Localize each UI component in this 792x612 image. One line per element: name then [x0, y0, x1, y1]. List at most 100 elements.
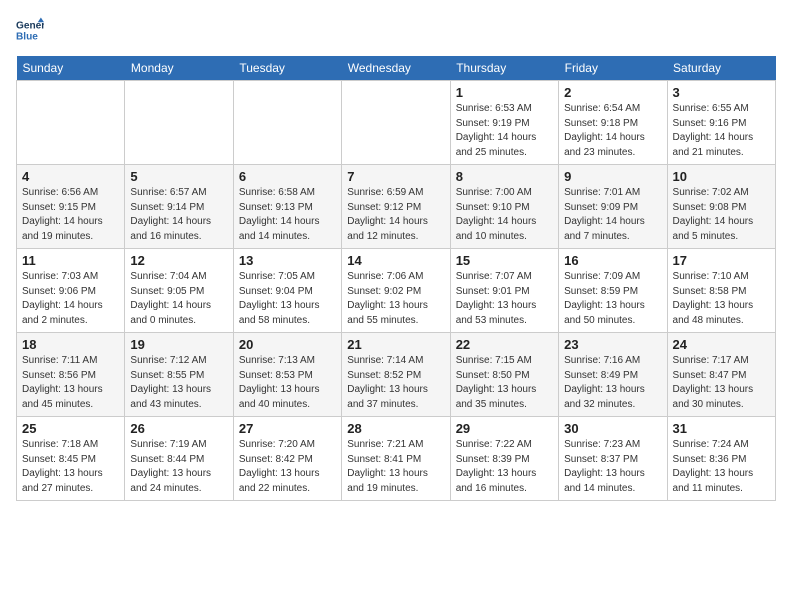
day-info: Sunrise: 7:11 AM Sunset: 8:56 PM Dayligh…: [22, 354, 119, 412]
calendar-cell: 25 Sunrise: 7:18 AM Sunset: 8:45 PM Dayli…: [17, 417, 125, 501]
calendar-week-row: 1Sunrise: 6:53 AM Sunset: 9:19 PM Daylig…: [17, 81, 776, 165]
calendar-cell: [233, 81, 341, 165]
day-number: 21: [347, 337, 444, 352]
day-number: 9: [564, 169, 661, 184]
day-number: 23: [564, 337, 661, 352]
day-number: 28: [347, 421, 444, 436]
calendar-header-row: SundayMondayTuesdayWednesdayThursdayFrid…: [17, 56, 776, 81]
day-number: 16: [564, 253, 661, 268]
day-info: Sunrise: 7:21 AM Sunset: 8:41 PM Dayligh…: [347, 438, 444, 496]
calendar-cell: 17 Sunrise: 7:10 AM Sunset: 8:58 PM Dayli…: [667, 249, 775, 333]
day-number: 3: [673, 85, 770, 100]
calendar-cell: 19 Sunrise: 7:12 AM Sunset: 8:55 PM Dayli…: [125, 333, 233, 417]
day-info: Sunrise: 7:13 AM Sunset: 8:53 PM Dayligh…: [239, 354, 336, 412]
day-info: Sunrise: 6:56 AM Sunset: 9:15 PM Dayligh…: [22, 186, 119, 244]
day-number: 7: [347, 169, 444, 184]
calendar-table: SundayMondayTuesdayWednesdayThursdayFrid…: [16, 56, 776, 501]
day-info: Sunrise: 7:12 AM Sunset: 8:55 PM Dayligh…: [130, 354, 227, 412]
day-info: Sunrise: 7:07 AM Sunset: 9:01 PM Dayligh…: [456, 270, 553, 328]
calendar-cell: 7 Sunrise: 6:59 AM Sunset: 9:12 PM Daylig…: [342, 165, 450, 249]
day-number: 6: [239, 169, 336, 184]
calendar-cell: 30 Sunrise: 7:23 AM Sunset: 8:37 PM Dayli…: [559, 417, 667, 501]
day-number: 2: [564, 85, 661, 100]
calendar-cell: [342, 81, 450, 165]
day-info: Sunrise: 6:57 AM Sunset: 9:14 PM Dayligh…: [130, 186, 227, 244]
page-header: General Blue: [16, 16, 776, 44]
day-info: Sunrise: 7:10 AM Sunset: 8:58 PM Dayligh…: [673, 270, 770, 328]
day-number: 12: [130, 253, 227, 268]
day-number: 13: [239, 253, 336, 268]
day-number: 25: [22, 421, 119, 436]
logo-icon: General Blue: [16, 16, 44, 44]
calendar-cell: 10 Sunrise: 7:02 AM Sunset: 9:08 PM Dayli…: [667, 165, 775, 249]
day-number: 10: [673, 169, 770, 184]
calendar-cell: 28 Sunrise: 7:21 AM Sunset: 8:41 PM Dayli…: [342, 417, 450, 501]
day-number: 14: [347, 253, 444, 268]
day-info: Sunrise: 7:04 AM Sunset: 9:05 PM Dayligh…: [130, 270, 227, 328]
day-number: 5: [130, 169, 227, 184]
calendar-cell: 13 Sunrise: 7:05 AM Sunset: 9:04 PM Dayli…: [233, 249, 341, 333]
day-info: Sunrise: 7:18 AM Sunset: 8:45 PM Dayligh…: [22, 438, 119, 496]
day-info: Sunrise: 7:14 AM Sunset: 8:52 PM Dayligh…: [347, 354, 444, 412]
day-info: Sunrise: 6:58 AM Sunset: 9:13 PM Dayligh…: [239, 186, 336, 244]
day-number: 24: [673, 337, 770, 352]
day-info: Sunrise: 6:54 AM Sunset: 9:18 PM Dayligh…: [564, 102, 661, 160]
calendar-cell: [125, 81, 233, 165]
calendar-week-row: 4 Sunrise: 6:56 AM Sunset: 9:15 PM Daylig…: [17, 165, 776, 249]
calendar-cell: 1Sunrise: 6:53 AM Sunset: 9:19 PM Daylig…: [450, 81, 558, 165]
column-header-tuesday: Tuesday: [233, 56, 341, 81]
day-info: Sunrise: 7:22 AM Sunset: 8:39 PM Dayligh…: [456, 438, 553, 496]
day-info: Sunrise: 7:20 AM Sunset: 8:42 PM Dayligh…: [239, 438, 336, 496]
day-number: 8: [456, 169, 553, 184]
column-header-saturday: Saturday: [667, 56, 775, 81]
calendar-week-row: 11 Sunrise: 7:03 AM Sunset: 9:06 PM Dayli…: [17, 249, 776, 333]
day-number: 1: [456, 85, 553, 100]
calendar-cell: 29 Sunrise: 7:22 AM Sunset: 8:39 PM Dayli…: [450, 417, 558, 501]
day-number: 15: [456, 253, 553, 268]
day-info: Sunrise: 7:05 AM Sunset: 9:04 PM Dayligh…: [239, 270, 336, 328]
calendar-cell: 22Sunrise: 7:15 AM Sunset: 8:50 PM Dayli…: [450, 333, 558, 417]
day-info: Sunrise: 7:06 AM Sunset: 9:02 PM Dayligh…: [347, 270, 444, 328]
day-info: Sunrise: 7:24 AM Sunset: 8:36 PM Dayligh…: [673, 438, 770, 496]
day-info: Sunrise: 7:23 AM Sunset: 8:37 PM Dayligh…: [564, 438, 661, 496]
day-number: 29: [456, 421, 553, 436]
day-info: Sunrise: 7:02 AM Sunset: 9:08 PM Dayligh…: [673, 186, 770, 244]
calendar-cell: 15 Sunrise: 7:07 AM Sunset: 9:01 PM Dayli…: [450, 249, 558, 333]
calendar-cell: 18 Sunrise: 7:11 AM Sunset: 8:56 PM Dayli…: [17, 333, 125, 417]
calendar-cell: 12 Sunrise: 7:04 AM Sunset: 9:05 PM Dayli…: [125, 249, 233, 333]
calendar-week-row: 25 Sunrise: 7:18 AM Sunset: 8:45 PM Dayli…: [17, 417, 776, 501]
column-header-wednesday: Wednesday: [342, 56, 450, 81]
calendar-cell: 3Sunrise: 6:55 AM Sunset: 9:16 PM Daylig…: [667, 81, 775, 165]
day-info: Sunrise: 7:03 AM Sunset: 9:06 PM Dayligh…: [22, 270, 119, 328]
day-info: Sunrise: 7:15 AM Sunset: 8:50 PM Dayligh…: [456, 354, 553, 412]
calendar-cell: 9 Sunrise: 7:01 AM Sunset: 9:09 PM Daylig…: [559, 165, 667, 249]
logo: General Blue: [16, 16, 48, 44]
day-number: 18: [22, 337, 119, 352]
calendar-week-row: 18 Sunrise: 7:11 AM Sunset: 8:56 PM Dayli…: [17, 333, 776, 417]
calendar-cell: 6 Sunrise: 6:58 AM Sunset: 9:13 PM Daylig…: [233, 165, 341, 249]
calendar-cell: 16 Sunrise: 7:09 AM Sunset: 8:59 PM Dayli…: [559, 249, 667, 333]
day-info: Sunrise: 7:09 AM Sunset: 8:59 PM Dayligh…: [564, 270, 661, 328]
day-info: Sunrise: 7:19 AM Sunset: 8:44 PM Dayligh…: [130, 438, 227, 496]
calendar-cell: 14 Sunrise: 7:06 AM Sunset: 9:02 PM Dayli…: [342, 249, 450, 333]
calendar-cell: 2 Sunrise: 6:54 AM Sunset: 9:18 PM Daylig…: [559, 81, 667, 165]
day-number: 17: [673, 253, 770, 268]
svg-text:Blue: Blue: [16, 31, 38, 42]
calendar-cell: 21 Sunrise: 7:14 AM Sunset: 8:52 PM Dayli…: [342, 333, 450, 417]
day-number: 4: [22, 169, 119, 184]
calendar-cell: 20 Sunrise: 7:13 AM Sunset: 8:53 PM Dayli…: [233, 333, 341, 417]
day-info: Sunrise: 7:01 AM Sunset: 9:09 PM Dayligh…: [564, 186, 661, 244]
day-info: Sunrise: 7:16 AM Sunset: 8:49 PM Dayligh…: [564, 354, 661, 412]
calendar-cell: 11 Sunrise: 7:03 AM Sunset: 9:06 PM Dayli…: [17, 249, 125, 333]
day-number: 31: [673, 421, 770, 436]
day-number: 30: [564, 421, 661, 436]
day-number: 27: [239, 421, 336, 436]
day-number: 19: [130, 337, 227, 352]
column-header-thursday: Thursday: [450, 56, 558, 81]
calendar-cell: 24Sunrise: 7:17 AM Sunset: 8:47 PM Dayli…: [667, 333, 775, 417]
calendar-cell: 31 Sunrise: 7:24 AM Sunset: 8:36 PM Dayli…: [667, 417, 775, 501]
day-number: 20: [239, 337, 336, 352]
day-number: 11: [22, 253, 119, 268]
day-info: Sunrise: 6:59 AM Sunset: 9:12 PM Dayligh…: [347, 186, 444, 244]
day-info: Sunrise: 7:00 AM Sunset: 9:10 PM Dayligh…: [456, 186, 553, 244]
